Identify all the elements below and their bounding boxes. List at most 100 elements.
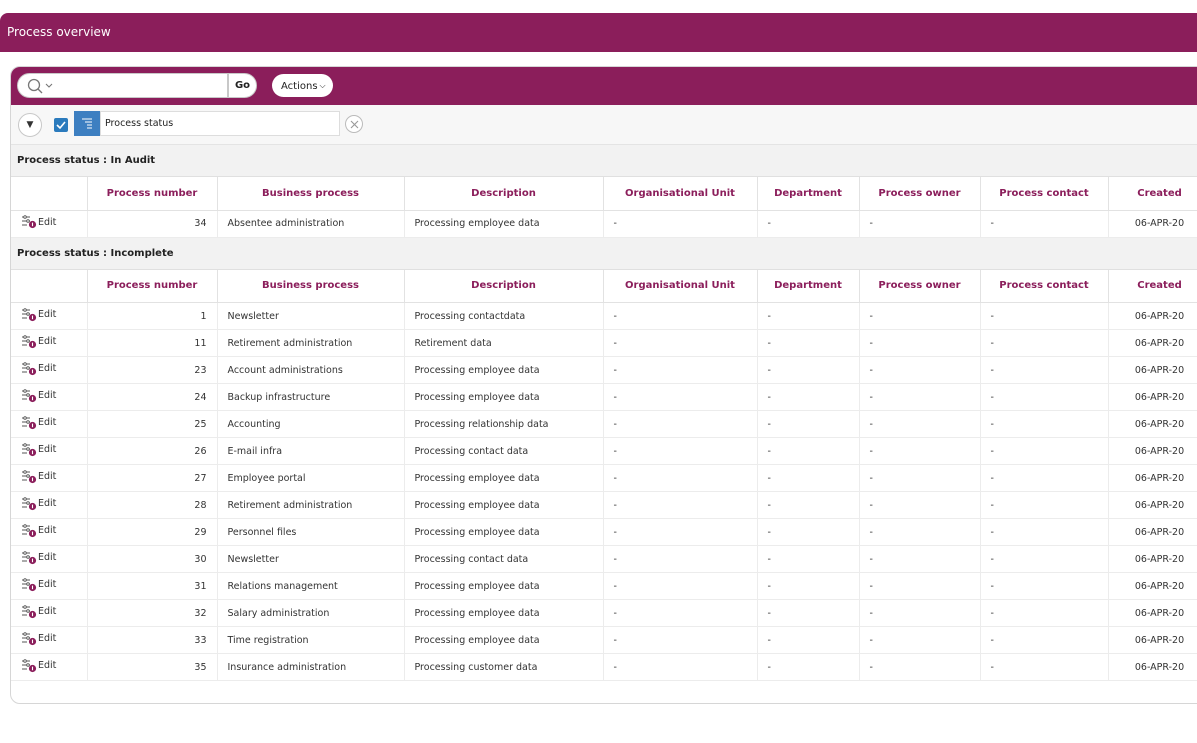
process-number-cell: 1 xyxy=(87,303,217,330)
edit-cell: Edit xyxy=(11,654,87,681)
process-contact-header[interactable]: Process contact xyxy=(980,270,1108,303)
description-header[interactable]: Description xyxy=(404,270,603,303)
edit-link[interactable]: Edit xyxy=(21,659,56,673)
edit-link[interactable]: Edit xyxy=(21,308,56,322)
description-cell: Processing relationship data xyxy=(404,411,603,438)
edit-process-icon xyxy=(21,659,37,673)
edit-link[interactable]: Edit xyxy=(21,632,56,646)
remove-filter-icon[interactable] xyxy=(345,115,363,133)
description-cell: Processing employee data xyxy=(404,519,603,546)
page-header: Process overview xyxy=(0,13,1197,52)
business-process-header[interactable]: Business process xyxy=(217,177,404,210)
created-cell: 06-APR-20 xyxy=(1108,492,1197,519)
business-process-cell: Employee portal xyxy=(217,465,404,492)
description-header[interactable]: Description xyxy=(404,177,603,210)
collapse-toggle-button[interactable]: ▼ xyxy=(18,113,42,137)
table-row: Edit34Absentee administrationProcessing … xyxy=(11,210,1197,237)
created-header[interactable]: Created xyxy=(1108,177,1197,210)
org-unit-header[interactable]: Organisational Unit xyxy=(603,177,757,210)
process-contact-cell: - xyxy=(980,210,1108,237)
edit-process-icon xyxy=(21,362,37,376)
edit-label: Edit xyxy=(38,444,56,455)
org-unit-header[interactable]: Organisational Unit xyxy=(603,270,757,303)
group-header: Process status : In Audit xyxy=(11,145,1197,177)
created-cell: 06-APR-20 xyxy=(1108,384,1197,411)
edit-link[interactable]: Edit xyxy=(21,362,56,376)
department-cell: - xyxy=(757,438,859,465)
process-number-header[interactable]: Process number xyxy=(87,270,217,303)
created-cell: 06-APR-20 xyxy=(1108,465,1197,492)
edit-link[interactable]: Edit xyxy=(21,335,56,349)
report-table: Process numberBusiness processDescriptio… xyxy=(11,177,1197,238)
process-owner-cell: - xyxy=(859,465,980,492)
edit-link[interactable]: Edit xyxy=(21,470,56,484)
department-cell: - xyxy=(757,492,859,519)
org-unit-cell: - xyxy=(603,303,757,330)
business-process-cell: Account administrations xyxy=(217,357,404,384)
department-cell: - xyxy=(757,573,859,600)
org-unit-cell: - xyxy=(603,546,757,573)
edit-link[interactable]: Edit xyxy=(21,416,56,430)
edit-label: Edit xyxy=(38,498,56,509)
process-contact-cell: - xyxy=(980,654,1108,681)
process-contact-header[interactable]: Process contact xyxy=(980,177,1108,210)
edit-label: Edit xyxy=(38,552,56,563)
edit-link[interactable]: Edit xyxy=(21,524,56,538)
process-number-cell: 11 xyxy=(87,330,217,357)
go-button[interactable]: Go xyxy=(228,73,257,98)
table-row: Edit1NewsletterProcessing contactdata---… xyxy=(11,303,1197,330)
process-contact-cell: - xyxy=(980,438,1108,465)
edit-link[interactable]: Edit xyxy=(21,605,56,619)
process-owner-cell: - xyxy=(859,519,980,546)
department-header[interactable]: Department xyxy=(757,177,859,210)
process-owner-header[interactable]: Process owner xyxy=(859,270,980,303)
filter-label[interactable]: Process status xyxy=(100,111,340,136)
edit-link[interactable]: Edit xyxy=(21,578,56,592)
edit-label: Edit xyxy=(38,579,56,590)
edit-process-icon xyxy=(21,551,37,565)
edit-link[interactable]: Edit xyxy=(21,215,56,229)
org-unit-cell: - xyxy=(603,438,757,465)
process-number-cell: 34 xyxy=(87,210,217,237)
actions-button[interactable]: Actions⌵ xyxy=(272,74,333,97)
edit-process-icon xyxy=(21,443,37,457)
department-header[interactable]: Department xyxy=(757,270,859,303)
created-cell: 06-APR-20 xyxy=(1108,627,1197,654)
description-cell: Processing employee data xyxy=(404,492,603,519)
search-icon[interactable] xyxy=(26,77,60,95)
edit-label: Edit xyxy=(38,390,56,401)
process-number-cell: 30 xyxy=(87,546,217,573)
created-header[interactable]: Created xyxy=(1108,270,1197,303)
process-number-cell: 32 xyxy=(87,600,217,627)
created-cell: 06-APR-20 xyxy=(1108,519,1197,546)
business-process-header[interactable]: Business process xyxy=(217,270,404,303)
edit-link[interactable]: Edit xyxy=(21,443,56,457)
process-owner-header[interactable]: Process owner xyxy=(859,177,980,210)
process-number-header[interactable]: Process number xyxy=(87,177,217,210)
edit-process-icon xyxy=(21,605,37,619)
edit-link[interactable]: Edit xyxy=(21,551,56,565)
org-unit-cell: - xyxy=(603,573,757,600)
edit-process-icon xyxy=(21,632,37,646)
search-field[interactable] xyxy=(17,73,228,98)
process-number-cell: 29 xyxy=(87,519,217,546)
business-process-cell: Personnel files xyxy=(217,519,404,546)
org-unit-cell: - xyxy=(603,492,757,519)
process-contact-cell: - xyxy=(980,465,1108,492)
edit-link[interactable]: Edit xyxy=(21,389,56,403)
department-cell: - xyxy=(757,411,859,438)
description-cell: Retirement data xyxy=(404,330,603,357)
process-number-cell: 31 xyxy=(87,573,217,600)
edit-link[interactable]: Edit xyxy=(21,497,56,511)
business-process-cell: Accounting xyxy=(217,411,404,438)
table-row: Edit24Backup infrastructureProcessing em… xyxy=(11,384,1197,411)
process-owner-cell: - xyxy=(859,210,980,237)
filter-checkbox[interactable] xyxy=(54,118,68,132)
edit-cell: Edit xyxy=(11,303,87,330)
process-number-cell: 24 xyxy=(87,384,217,411)
edit-cell: Edit xyxy=(11,573,87,600)
created-cell: 06-APR-20 xyxy=(1108,411,1197,438)
created-cell: 06-APR-20 xyxy=(1108,438,1197,465)
department-cell: - xyxy=(757,519,859,546)
org-unit-cell: - xyxy=(603,465,757,492)
